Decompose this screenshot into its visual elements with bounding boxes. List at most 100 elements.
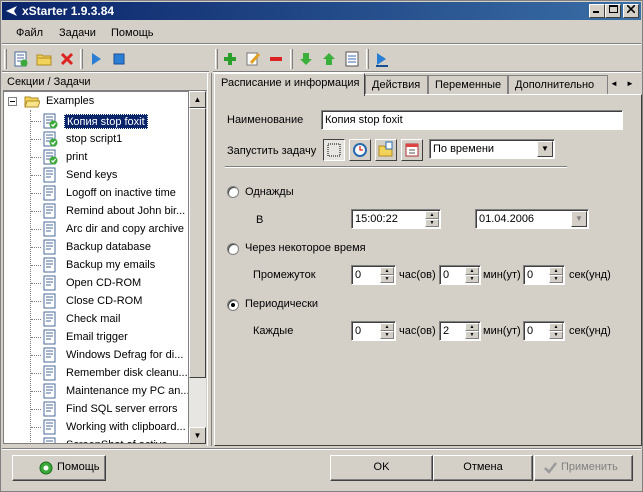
trigger-manual-button[interactable] — [323, 139, 345, 161]
once-time-spinner[interactable]: ▲ ▼ — [425, 211, 439, 227]
tree-connector-branch — [31, 193, 41, 194]
schedule-tab-page: Наименование Копия stop foxit Запустить … — [214, 94, 642, 446]
after-radio[interactable] — [227, 243, 239, 255]
toolbar-grip-right — [215, 49, 218, 69]
after-hours-input[interactable]: 0 ▲ ▼ — [351, 265, 396, 285]
scroll-thumb[interactable] — [189, 108, 206, 378]
ok-button-label: OK — [373, 461, 390, 473]
toolbar-grip-left — [4, 49, 7, 69]
tab-scroll-left-icon[interactable]: ◄ — [610, 79, 618, 88]
after-minutes-unit: мин(ут) — [483, 269, 521, 281]
tree-item-label: Check mail — [66, 313, 121, 325]
delete-icon[interactable] — [59, 51, 75, 67]
chevron-down-icon[interactable]: ▼ — [537, 141, 553, 157]
trigger-time-button[interactable] — [349, 139, 371, 161]
remove-icon[interactable] — [268, 51, 284, 67]
run-mode-select[interactable]: По времени ▼ — [429, 139, 555, 159]
tree-scrollbar[interactable]: ▲ ▼ — [189, 91, 206, 444]
task-icon — [43, 329, 56, 345]
periodic-label[interactable]: Периодически — [245, 298, 318, 310]
properties-icon[interactable] — [344, 51, 360, 67]
task-check-icon — [43, 149, 58, 165]
tree-item-label: print — [66, 151, 88, 163]
task-icon — [43, 365, 56, 381]
task-icon — [43, 311, 56, 327]
collapse-icon[interactable] — [8, 97, 17, 106]
scroll-up-button[interactable]: ▲ — [189, 91, 206, 108]
toolbar-separator-2 — [290, 49, 293, 69]
stop-icon[interactable] — [111, 51, 127, 67]
after-seconds-input[interactable]: 0 ▲ ▼ — [523, 265, 565, 285]
tree-connector-branch — [31, 229, 41, 230]
close-button[interactable] — [623, 4, 639, 18]
tree-item-label: Close CD-ROM — [66, 295, 143, 307]
tab-advanced[interactable]: Дополнительно — [508, 75, 608, 95]
task-icon — [43, 401, 56, 417]
periodic-seconds-spinner[interactable]: ▲ ▼ — [549, 323, 563, 339]
after-label[interactable]: Через некоторое время — [245, 242, 366, 254]
run-task-icon[interactable] — [374, 51, 390, 67]
tree-item-label: Maintenance my PC an... — [66, 385, 189, 397]
menu-help[interactable]: Помощь — [111, 27, 154, 39]
help-button[interactable]: Помощь — [12, 455, 106, 481]
task-icon — [43, 293, 56, 309]
ok-button[interactable]: OK — [330, 455, 433, 481]
tab-variables[interactable]: Переменные — [428, 75, 508, 95]
after-hours-spinner[interactable]: ▲ ▼ — [380, 267, 394, 283]
tree-connector-branch — [31, 211, 41, 212]
tab-scroll-right-icon[interactable]: ► — [626, 79, 634, 88]
periodic-every-label: Каждые — [253, 325, 294, 337]
periodic-minutes-input[interactable]: 2 ▲ ▼ — [439, 321, 481, 341]
once-time-input[interactable]: 15:00:22 ▲ ▼ — [351, 209, 441, 229]
tree-root-label: Examples — [46, 95, 95, 107]
once-radio[interactable] — [227, 186, 239, 198]
toolbar-separator-left — [2, 71, 209, 73]
trigger-calendar-button[interactable] — [401, 139, 423, 161]
run-icon[interactable] — [88, 51, 104, 67]
move-down-icon[interactable] — [298, 51, 314, 67]
tab-advanced-label: Дополнительно — [515, 79, 595, 91]
after-minutes-spinner[interactable]: ▲ ▼ — [465, 267, 479, 283]
after-minutes-input[interactable]: 0 ▲ ▼ — [439, 265, 481, 285]
after-minutes-value: 0 — [443, 269, 450, 281]
minimize-button[interactable] — [589, 4, 605, 18]
tab-actions-label: Действия — [372, 79, 421, 91]
edit-icon[interactable] — [245, 51, 261, 67]
tab-schedule[interactable]: Расписание и информация — [214, 73, 365, 96]
maximize-button[interactable] — [605, 4, 621, 18]
tree-item-label: Open CD-ROM — [66, 277, 142, 289]
periodic-radio[interactable] — [227, 299, 239, 311]
after-seconds-spinner[interactable]: ▲ ▼ — [549, 267, 563, 283]
apply-button[interactable]: Применить — [534, 455, 633, 481]
move-up-icon[interactable] — [321, 51, 337, 67]
date-dropdown-icon[interactable]: ▼ — [571, 211, 587, 227]
task-icon — [43, 419, 56, 435]
tree-item-label: Remember disk cleanu... — [66, 367, 188, 379]
title-bar[interactable]: xStarter 1.9.3.84 — [2, 2, 641, 20]
tab-actions[interactable]: Действия — [365, 75, 428, 95]
new-folder-icon[interactable] — [36, 51, 52, 67]
tree-connector-branch — [31, 427, 41, 428]
task-icon — [43, 275, 56, 291]
cancel-button[interactable]: Отмена — [433, 455, 533, 481]
periodic-seconds-input[interactable]: 0 ▲ ▼ — [523, 321, 565, 341]
menu-tasks[interactable]: Задачи — [59, 27, 96, 39]
trigger-folder-button[interactable] — [375, 139, 397, 161]
periodic-hours-input[interactable]: 0 ▲ ▼ — [351, 321, 396, 341]
new-task-icon[interactable] — [13, 51, 29, 67]
tree-connector-branch — [31, 175, 41, 176]
scroll-down-button[interactable]: ▼ — [189, 427, 206, 444]
menu-file[interactable]: Файл — [16, 27, 43, 39]
splitter[interactable] — [207, 73, 212, 446]
periodic-minutes-spinner[interactable]: ▲ ▼ — [465, 323, 479, 339]
name-input[interactable]: Копия stop foxit — [321, 110, 623, 130]
periodic-hours-spinner[interactable]: ▲ ▼ — [380, 323, 394, 339]
once-label[interactable]: Однажды — [245, 186, 294, 198]
add-icon[interactable] — [222, 51, 238, 67]
tree-item-label: Backup my emails — [66, 259, 156, 271]
tree-connector-branch — [31, 355, 41, 356]
after-seconds-value: 0 — [527, 269, 534, 281]
task-tree[interactable]: Examples Копия stop foxit stop script1 pri… — [3, 91, 189, 444]
once-date-input[interactable]: 01.04.2006 ▼ — [475, 209, 589, 229]
folder-open-icon — [24, 96, 40, 108]
